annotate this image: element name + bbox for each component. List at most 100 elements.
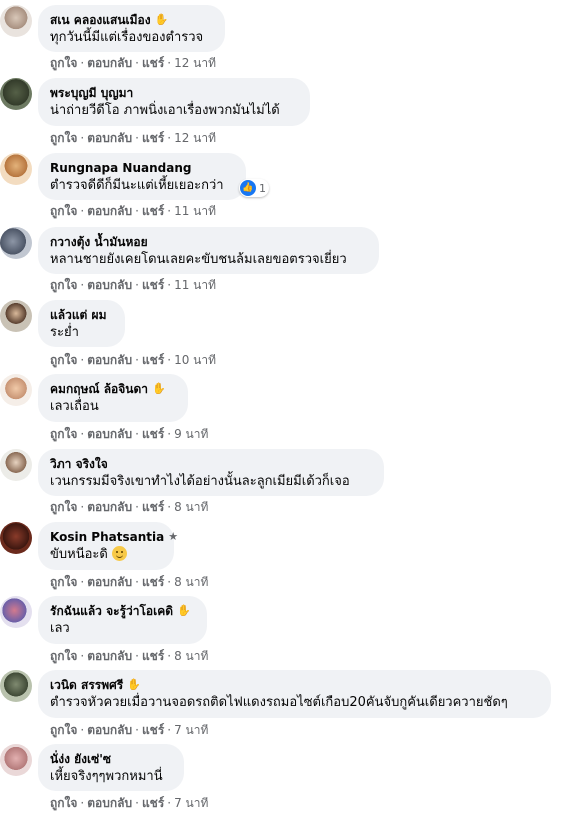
commenter-name[interactable]: นั่ง่ง ยังเซ่'ซ xyxy=(50,751,111,767)
comment-bubble: พระบุญมี บุญมา น่าถ่ายวีดีโอ ภาพนิ่งเอาเ… xyxy=(38,78,310,126)
comment-text: เลว xyxy=(50,621,70,636)
comment-text: ระย่ำ xyxy=(50,325,79,340)
share-link[interactable]: แชร์ xyxy=(142,427,164,441)
commenter-name[interactable]: วิภา จริงใจ xyxy=(50,456,108,472)
commenter-name[interactable]: สเน คลองแสนเมือง xyxy=(50,12,151,28)
share-link[interactable]: แชร์ xyxy=(142,500,164,514)
commenter-name[interactable]: กวางตุ้ง น้ำมันหอย xyxy=(50,234,148,250)
like-link[interactable]: ถูกใจ xyxy=(50,427,77,441)
like-link[interactable]: ถูกใจ xyxy=(50,204,77,218)
comment-bubble: รักฉันแล้ว จะรู้ว่าโอเคดิ ✋ เลว xyxy=(38,596,207,644)
commenter-name[interactable]: รักฉันแล้ว จะรู้ว่าโอเคดิ xyxy=(50,603,173,619)
comment-actions: ถูกใจ · ตอบกลับ · แชร์ · 11 นาที xyxy=(50,204,217,218)
avatar[interactable] xyxy=(0,153,32,185)
avatar[interactable] xyxy=(0,522,32,554)
commenter-name[interactable]: เวนิด สรรพศรี xyxy=(50,677,123,693)
timestamp[interactable]: 11 นาที xyxy=(174,278,216,292)
comment-actions: ถูกใจ · ตอบกลับ · แชร์ · 12 นาที xyxy=(50,131,217,145)
commenter-name[interactable]: แล้วแต่ ผม xyxy=(50,307,106,323)
timestamp[interactable]: 10 นาที xyxy=(174,353,216,367)
reply-link[interactable]: ตอบกลับ xyxy=(87,353,132,367)
waving-hand-icon: ✋ xyxy=(177,604,191,617)
share-link[interactable]: แชร์ xyxy=(142,56,164,70)
like-link[interactable]: ถูกใจ xyxy=(50,56,77,70)
reply-link[interactable]: ตอบกลับ xyxy=(87,131,132,145)
timestamp[interactable]: 11 นาที xyxy=(174,204,216,218)
commenter-name[interactable]: คมกฤษณ์ ล้อจินดา xyxy=(50,381,148,397)
avatar[interactable] xyxy=(0,449,32,481)
avatar[interactable] xyxy=(0,744,32,776)
timestamp[interactable]: 8 นาที xyxy=(174,649,208,663)
avatar[interactable] xyxy=(0,596,32,628)
waving-hand-icon: ✋ xyxy=(152,382,166,395)
comment-bubble: คมกฤษณ์ ล้อจินดา ✋ เลวเถื่อน xyxy=(38,374,188,422)
avatar[interactable] xyxy=(0,227,32,259)
share-link[interactable]: แชร์ xyxy=(142,796,164,810)
comment-actions: ถูกใจ · ตอบกลับ · แชร์ · 9 นาที xyxy=(50,427,209,441)
reply-link[interactable]: ตอบกลับ xyxy=(87,796,132,810)
comment-actions: ถูกใจ · ตอบกลับ · แชร์ · 12 นาที xyxy=(50,56,217,70)
comment-text: ทุกวันนี้มีแต่เรื่องของตำรวจ xyxy=(50,30,204,45)
like-link[interactable]: ถูกใจ xyxy=(50,649,77,663)
commenter-name[interactable]: Rungnapa Nuandang xyxy=(50,160,191,176)
avatar[interactable] xyxy=(0,78,32,110)
comment-bubble: เวนิด สรรพศรี ✋ ตำรวจหัวควยเมื่อวานจอดรถต… xyxy=(38,670,551,718)
comment-text: ตำรวจหัวควยเมื่อวานจอดรถติดไฟแดงรถมอไซต์… xyxy=(50,695,508,710)
reply-link[interactable]: ตอบกลับ xyxy=(87,204,132,218)
timestamp[interactable]: 12 นาที xyxy=(174,56,216,70)
timestamp[interactable]: 8 นาที xyxy=(174,575,208,589)
smile-emoji-icon xyxy=(111,546,127,561)
comment-actions: ถูกใจ · ตอบกลับ · แชร์ · 8 นาที xyxy=(50,575,209,589)
timestamp[interactable]: 12 นาที xyxy=(174,131,216,145)
share-link[interactable]: แชร์ xyxy=(142,353,164,367)
share-link[interactable]: แชร์ xyxy=(142,723,164,737)
reaction-count[interactable]: 👍 1 xyxy=(239,179,269,197)
commenter-name[interactable]: พระบุญมี บุญมา xyxy=(50,85,133,101)
comment-actions: ถูกใจ · ตอบกลับ · แชร์ · 11 นาที xyxy=(50,278,217,292)
commenter-name[interactable]: Kosin Phatsantia xyxy=(50,529,164,545)
share-link[interactable]: แชร์ xyxy=(142,204,164,218)
like-reaction-icon: 👍 xyxy=(240,180,256,196)
comment-text: เวนกรรมมีจริงเขาทำไงได้อย่างนั้นละลูกเมี… xyxy=(50,474,350,489)
avatar[interactable] xyxy=(0,374,32,406)
waving-hand-icon: ✋ xyxy=(127,678,141,691)
like-link[interactable]: ถูกใจ xyxy=(50,796,77,810)
reply-link[interactable]: ตอบกลับ xyxy=(87,575,132,589)
waving-hand-icon: ✋ xyxy=(154,13,169,26)
avatar[interactable] xyxy=(0,300,32,332)
comment-actions: ถูกใจ · ตอบกลับ · แชร์ · 7 นาที xyxy=(50,723,209,737)
comment-bubble: กวางตุ้ง น้ำมันหอย หลานชายยังเคยโดนเลยคะ… xyxy=(38,227,379,274)
comment-actions: ถูกใจ · ตอบกลับ · แชร์ · 8 นาที xyxy=(50,500,209,514)
share-link[interactable]: แชร์ xyxy=(142,649,164,663)
comment-actions: ถูกใจ · ตอบกลับ · แชร์ · 10 นาที xyxy=(50,353,217,367)
avatar[interactable] xyxy=(0,670,32,702)
comment-bubble: นั่ง่ง ยังเซ่'ซ เหี้ยจริงๆๆพวกหมานี่ xyxy=(38,744,184,791)
like-link[interactable]: ถูกใจ xyxy=(50,131,77,145)
like-link[interactable]: ถูกใจ xyxy=(50,575,77,589)
timestamp[interactable]: 8 นาที xyxy=(174,500,208,514)
reply-link[interactable]: ตอบกลับ xyxy=(87,427,132,441)
comment-actions: ถูกใจ · ตอบกลับ · แชร์ · 8 นาที xyxy=(50,649,209,663)
comment-text: หลานชายยังเคยโดนเลยคะขับชนล้มเลยขอตรวจเย… xyxy=(50,252,347,267)
like-link[interactable]: ถูกใจ xyxy=(50,723,77,737)
timestamp[interactable]: 7 นาที xyxy=(174,796,208,810)
reply-link[interactable]: ตอบกลับ xyxy=(87,723,132,737)
reply-link[interactable]: ตอบกลับ xyxy=(87,278,132,292)
avatar[interactable] xyxy=(0,5,32,37)
comment-text: เลวเถื่อน xyxy=(50,399,99,414)
like-link[interactable]: ถูกใจ xyxy=(50,500,77,514)
comment-text: เหี้ยจริงๆๆพวกหมานี่ xyxy=(50,769,163,784)
share-link[interactable]: แชร์ xyxy=(142,575,164,589)
timestamp[interactable]: 7 นาที xyxy=(174,723,208,737)
reply-link[interactable]: ตอบกลับ xyxy=(87,649,132,663)
reply-link[interactable]: ตอบกลับ xyxy=(87,500,132,514)
comment-text: ขับหนีอะดิ xyxy=(50,547,108,562)
like-link[interactable]: ถูกใจ xyxy=(50,353,77,367)
reply-link[interactable]: ตอบกลับ xyxy=(87,56,132,70)
share-link[interactable]: แชร์ xyxy=(142,278,164,292)
comment-bubble: วิภา จริงใจ เวนกรรมมีจริงเขาทำไงได้อย่าง… xyxy=(38,449,384,496)
comment-text: น่าถ่ายวีดีโอ ภาพนิ่งเอาเรื่องพวกมันไม่ไ… xyxy=(50,103,280,118)
timestamp[interactable]: 9 นาที xyxy=(174,427,208,441)
like-link[interactable]: ถูกใจ xyxy=(50,278,77,292)
share-link[interactable]: แชร์ xyxy=(142,131,164,145)
